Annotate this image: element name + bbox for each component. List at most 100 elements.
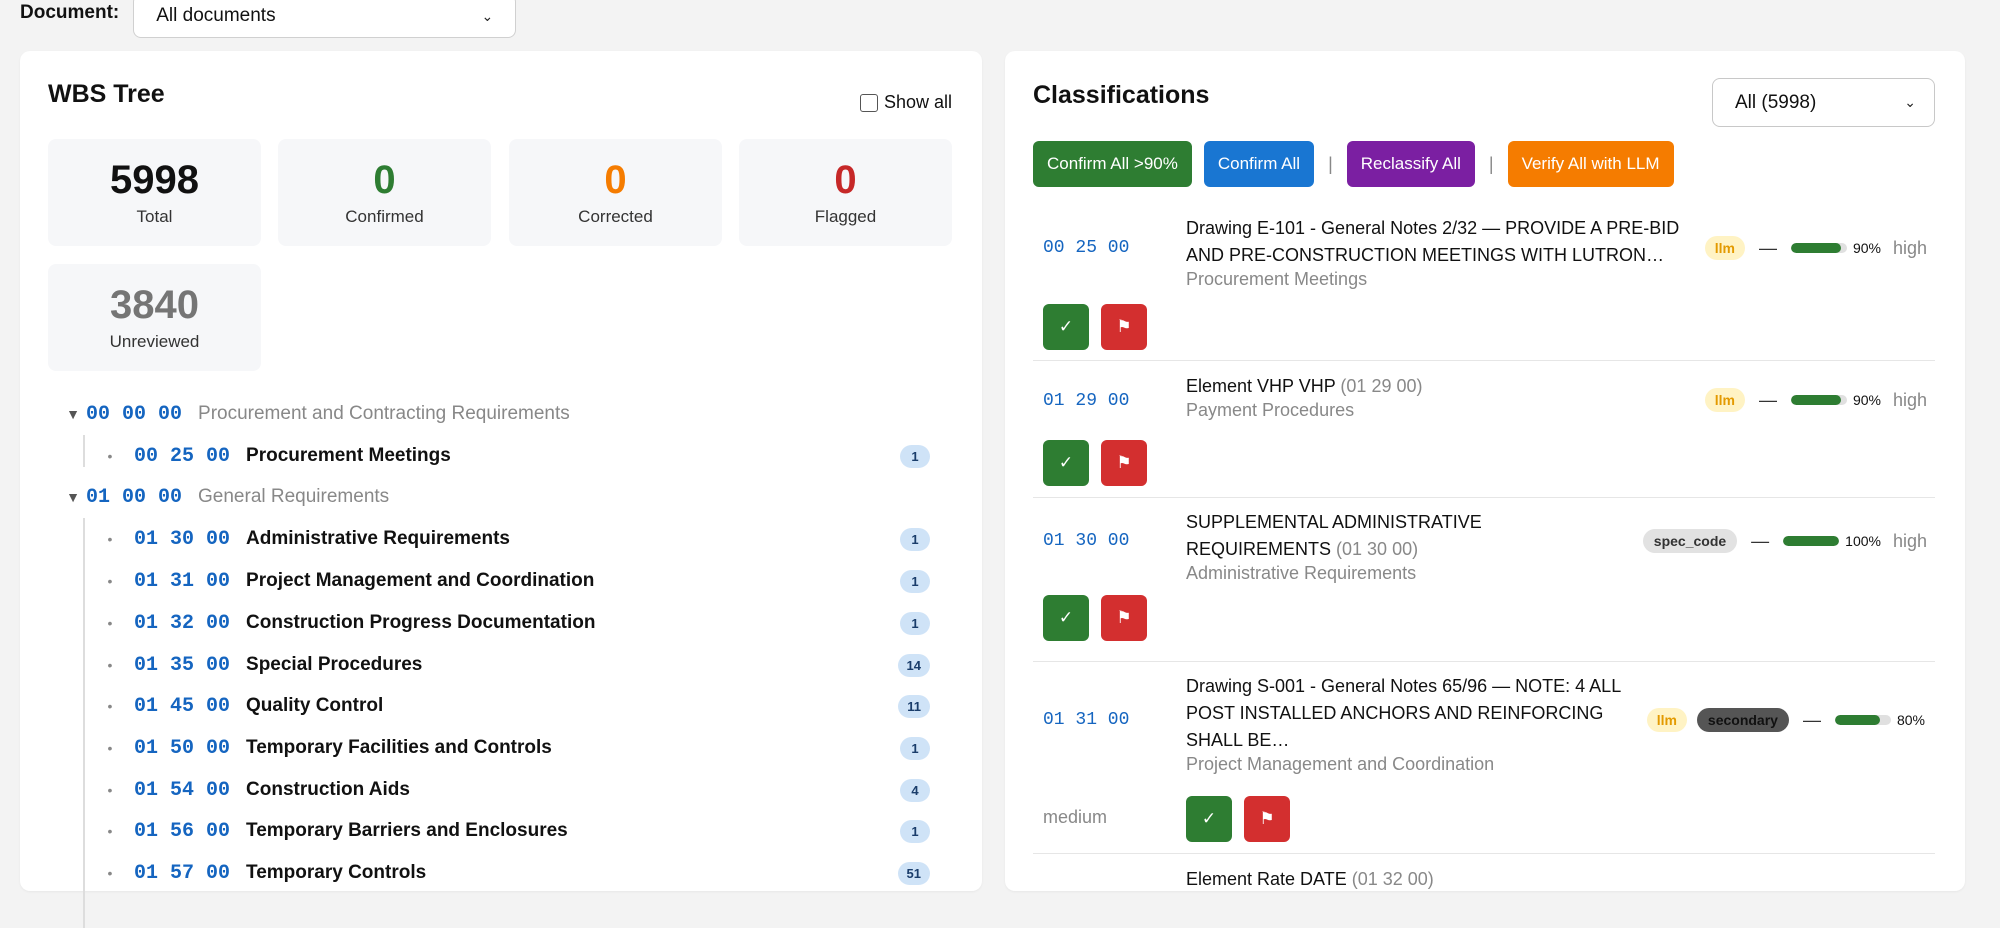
tree-item[interactable]: • 01 45 00 Quality Control 11	[98, 689, 942, 723]
item-code: 01 32 00	[134, 611, 231, 635]
stat-label: Flagged	[814, 207, 877, 226]
tree-item[interactable]: • 00 25 00 Procurement Meetings 1	[98, 439, 942, 473]
tree-group-01-00-00[interactable]: ▼ 01 00 00 General Requirements	[58, 480, 958, 514]
classification-row: 01 29 00 Element VHP VHP (01 29 00) Paym…	[1033, 361, 1935, 498]
confidence-percent: 90%	[1852, 392, 1881, 408]
stat-label: Corrected	[578, 207, 653, 226]
stat-label: Total	[136, 207, 173, 226]
tree-item[interactable]: • 01 50 00 Temporary Facilities and Cont…	[98, 731, 942, 765]
count-badge: 14	[897, 653, 930, 677]
stat-total: 5998 Total	[48, 139, 261, 246]
flag-button[interactable]: ⚑	[1101, 304, 1147, 350]
tree-item[interactable]: • 01 35 00 Special Procedures 14	[98, 648, 942, 682]
flag-icon: ⚑	[1116, 608, 1132, 627]
group-code: 01 00 00	[86, 485, 183, 509]
classification-meta: spec_code — 100% high	[1642, 529, 1927, 553]
tree-item[interactable]: • 01 54 00 Construction Aids 4	[98, 773, 942, 807]
item-title: Special Procedures	[246, 654, 423, 675]
classification-text: Drawing E-101 - General Notes 2/32 — PRO…	[1186, 215, 1686, 269]
classifications-panel: Classifications All (5998) ⌄ Confirm All…	[1005, 51, 1965, 891]
group-title: Procurement and Contracting Requirements	[198, 403, 570, 424]
classification-filter-select[interactable]: All (5998) ⌄	[1712, 78, 1935, 127]
item-code: 01 50 00	[134, 736, 231, 760]
wbs-tree-title: WBS Tree	[48, 80, 165, 108]
classification-text: Element Rate DATE (01 32 00)	[1186, 866, 1686, 893]
document-label: Document:	[20, 2, 120, 23]
source-text: Drawing E-101 - General Notes 2/32 — PRO…	[1186, 218, 1680, 265]
dash: —	[1751, 530, 1770, 551]
flag-icon: ⚑	[1116, 453, 1132, 472]
check-icon: ✓	[1201, 809, 1217, 828]
classification-text: Element VHP VHP (01 29 00)	[1186, 373, 1686, 400]
flag-button[interactable]: ⚑	[1101, 595, 1147, 641]
confidence-bar	[1790, 395, 1847, 405]
reclassify-all-button[interactable]: Reclassify All	[1346, 141, 1475, 187]
tree-group-00-00-00[interactable]: ▼ 00 00 00 Procurement and Contracting R…	[58, 397, 958, 431]
item-title: Quality Control	[246, 695, 384, 716]
wbs-title: Payment Procedures	[1186, 400, 1355, 420]
confidence-bar	[1783, 536, 1840, 546]
item-code: 01 57 00	[134, 861, 231, 885]
item-code: 00 25 00	[134, 444, 231, 468]
verify-all-with-llm-button[interactable]: Verify All with LLM	[1507, 141, 1674, 187]
count-badge: 1	[900, 736, 930, 760]
classification-code[interactable]: 01 30 00	[1043, 531, 1129, 551]
stat-value: 5998	[110, 158, 199, 202]
bulk-actions: Confirm All >90% Confirm All | Reclassif…	[1033, 141, 1674, 187]
collapse-toggle-icon[interactable]: ▼	[58, 489, 88, 505]
item-title: Construction Progress Documentation	[246, 612, 596, 633]
item-title: Project Management and Coordination	[246, 570, 595, 591]
wbs-title: Project Management and Coordination	[1186, 754, 1495, 774]
tree-item[interactable]: • 01 57 00 Temporary Controls 51	[98, 856, 942, 890]
document-select[interactable]: All documents ⌄	[133, 0, 517, 38]
classification-meta: llm — 90% high	[1704, 388, 1927, 412]
show-all-toggle[interactable]: Show all	[859, 92, 952, 113]
bullet-icon: •	[107, 573, 113, 589]
tree-item[interactable]: • 01 30 00 Administrative Requirements 1	[98, 522, 942, 556]
tree-item[interactable]: • 01 56 00 Temporary Barriers and Enclos…	[98, 814, 942, 848]
stat-unreviewed: 3840 Unreviewed	[48, 264, 261, 371]
stat-value: 0	[373, 158, 396, 202]
flag-button[interactable]: ⚑	[1101, 440, 1147, 486]
classification-code[interactable]: 01 29 00	[1043, 391, 1129, 411]
confirm-all-above-90-button[interactable]: Confirm All >90%	[1033, 141, 1192, 187]
stat-value: 0	[834, 158, 857, 202]
confidence-bar-fill	[1790, 243, 1842, 253]
bullet-icon: •	[107, 698, 113, 714]
item-title: Administrative Requirements	[246, 528, 510, 549]
tree-item[interactable]: • 01 31 00 Project Management and Coordi…	[98, 564, 942, 598]
count-badge: 1	[900, 527, 930, 551]
confirm-button[interactable]: ✓	[1186, 796, 1232, 842]
confirm-all-button[interactable]: Confirm All	[1203, 141, 1315, 187]
confidence-bar-fill	[1834, 715, 1880, 725]
flag-button[interactable]: ⚑	[1244, 796, 1290, 842]
document-select-value: All documents	[156, 5, 276, 26]
wbs-title: Procurement Meetings	[1186, 269, 1368, 289]
separator: |	[1488, 153, 1494, 174]
confidence-percent: 90%	[1852, 240, 1881, 256]
show-all-checkbox[interactable]	[859, 93, 878, 112]
confirm-button[interactable]: ✓	[1043, 304, 1089, 350]
count-badge: 11	[898, 694, 930, 718]
classification-row: 01 30 00 SUPPLEMENTAL ADMINISTRATIVE REQ…	[1033, 498, 1935, 662]
classification-code[interactable]: 01 31 00	[1043, 710, 1129, 730]
stat-confirmed: 0 Confirmed	[278, 139, 491, 246]
check-icon: ✓	[1058, 453, 1074, 472]
confidence-percent: 100%	[1845, 533, 1881, 549]
group-title: General Requirements	[198, 486, 390, 507]
classification-code[interactable]: 00 25 00	[1043, 238, 1129, 258]
confidence-level: high	[1892, 237, 1927, 258]
item-title: Construction Aids	[246, 779, 410, 800]
confidence-bar-fill	[1790, 395, 1842, 405]
count-badge: 51	[897, 861, 930, 885]
confirm-button[interactable]: ✓	[1043, 440, 1089, 486]
tree-item[interactable]: • 01 32 00 Construction Progress Documen…	[98, 606, 942, 640]
stat-value: 0	[604, 158, 627, 202]
confirm-button[interactable]: ✓	[1043, 595, 1089, 641]
item-code: 01 45 00	[134, 694, 231, 718]
item-title: Temporary Facilities and Controls	[246, 737, 552, 758]
collapse-toggle-icon[interactable]: ▼	[58, 406, 88, 422]
item-code: 01 54 00	[134, 778, 231, 802]
source-badge: llm	[1704, 236, 1745, 260]
classification-meta: llm — 90% high	[1704, 236, 1927, 260]
